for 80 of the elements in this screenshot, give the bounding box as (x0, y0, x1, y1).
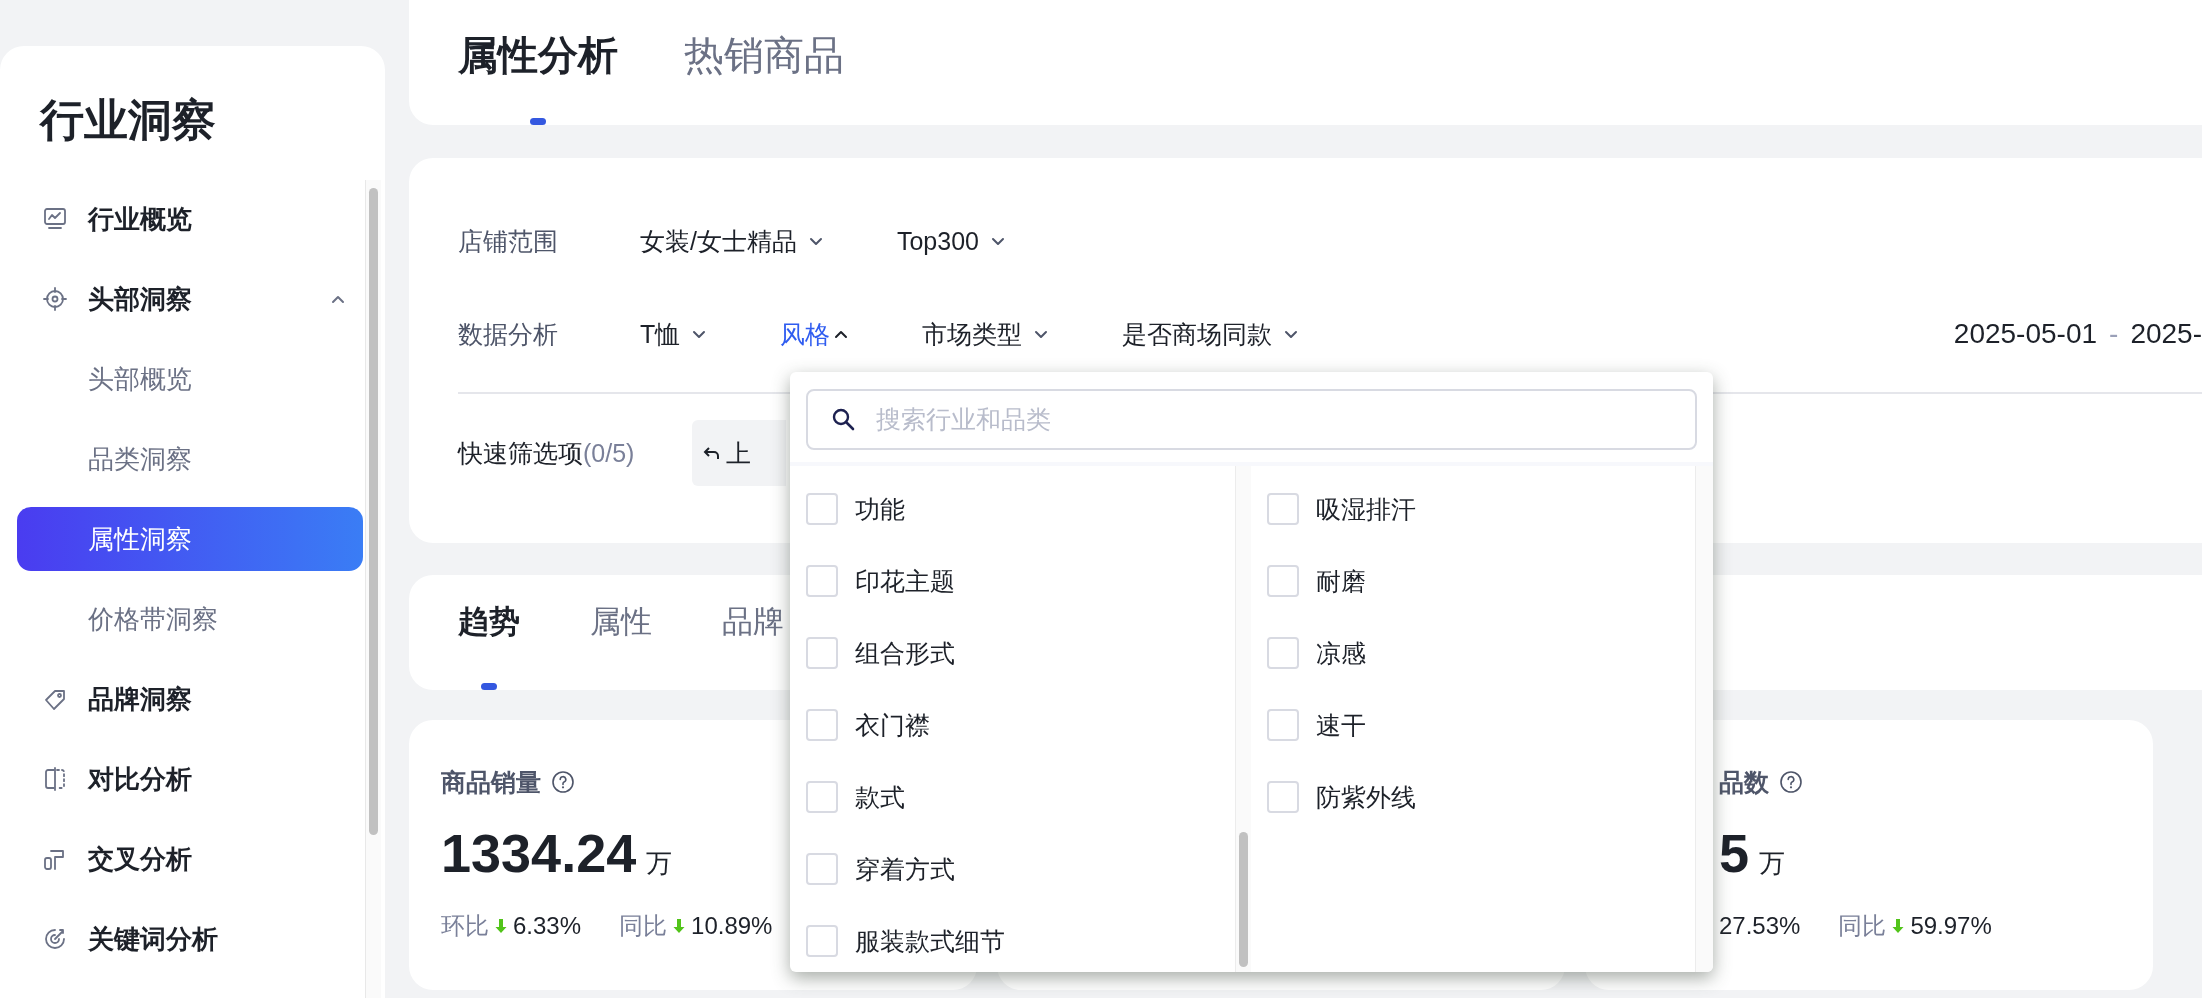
tab-indicator (481, 683, 497, 690)
option-label: 耐磨 (1315, 565, 1366, 597)
tab[interactable]: 品牌 (722, 575, 784, 690)
metric-unit: 万 (646, 847, 673, 880)
stat-value: 6.33% (513, 912, 582, 940)
option-label: 速干 (1315, 709, 1366, 741)
checkbox[interactable] (806, 637, 838, 669)
undo-icon (702, 444, 721, 462)
option-label: 功能 (855, 493, 905, 525)
stat-value: 59.97% (1910, 912, 1992, 940)
stat-value: 10.89% (691, 912, 773, 940)
filter-dropdown[interactable]: 女装/女士精品 (640, 224, 825, 258)
option-label: 凉感 (1315, 637, 1366, 669)
sidebar-item[interactable]: 属性洞察 (17, 507, 363, 571)
split-panel-icon (42, 766, 68, 792)
filter-dropdown[interactable]: 市场类型 (922, 317, 1051, 351)
date-end: 2025- (2130, 318, 2202, 350)
metric-label: 商品销量 (441, 766, 541, 798)
date-separator: - (2109, 318, 2119, 350)
filter-label: 数据分析 (458, 318, 559, 350)
sidebar-title: 行业洞察 (38, 94, 216, 146)
tab[interactable]: 属性 (590, 575, 652, 690)
target-icon (42, 286, 68, 312)
checkbox[interactable] (806, 709, 838, 741)
sidebar-item[interactable]: 头部洞察 (17, 267, 363, 331)
stat-label: 同比 (1838, 911, 1887, 941)
sidebar-item[interactable]: 品类洞察 (17, 427, 363, 491)
option-label: 穿着方式 (855, 853, 955, 885)
date-start: 2025-05-01 (1953, 318, 2098, 350)
tab[interactable]: 趋势 (458, 575, 520, 690)
tab[interactable]: 热销商品 (684, 0, 844, 125)
checkbox[interactable] (806, 565, 838, 597)
option-label: 吸湿排汗 (1315, 493, 1416, 525)
metric-value: 5 (1719, 822, 1750, 884)
scrollbar-thumb[interactable] (369, 188, 378, 835)
sidebar-item[interactable]: 头部概览 (17, 347, 363, 411)
checkbox[interactable] (1266, 493, 1299, 525)
checkbox[interactable] (1266, 781, 1299, 813)
sidebar-item[interactable]: 关键词分析 (17, 907, 363, 971)
option-label: 印花主题 (855, 565, 955, 597)
quick-filter-count: (0/5) (583, 438, 635, 468)
tab-indicator (530, 118, 546, 125)
stat-label: 同比 (619, 911, 668, 941)
help-icon (551, 770, 575, 794)
sidebar-item[interactable]: 交叉分析 (17, 827, 363, 891)
option-label: 防紫外线 (1315, 781, 1416, 813)
monitor-chart-icon (42, 206, 68, 232)
filter-dropdown[interactable]: Top300 (896, 226, 1007, 256)
tab[interactable]: 属性分析 (458, 0, 618, 125)
help-icon (1779, 770, 1803, 794)
filter-label: 店铺范围 (458, 225, 559, 257)
stat-value: 27.53% (1719, 912, 1801, 940)
filter-dropdown[interactable]: T恤 (640, 317, 709, 351)
checkbox[interactable] (1266, 709, 1299, 741)
checkbox[interactable] (806, 781, 838, 813)
sidebar-item[interactable]: 对比分析 (17, 747, 363, 811)
search-icon (830, 406, 856, 432)
quick-filter-label: 快速筛选项 (458, 437, 583, 469)
metric-unit: 万 (1759, 847, 1786, 880)
last-filter-button[interactable]: 上 (692, 420, 787, 486)
checkbox[interactable] (806, 925, 838, 957)
checkbox[interactable] (806, 493, 838, 525)
metric-label: 品数 (1719, 766, 1769, 798)
option-label: 服装款式细节 (855, 925, 1005, 957)
checkbox[interactable] (1266, 637, 1299, 669)
metric-value: 1334.24 (441, 822, 637, 884)
option-label: 款式 (855, 781, 905, 813)
checkbox[interactable] (806, 853, 838, 885)
checkbox[interactable] (1266, 565, 1299, 597)
filter-dropdown[interactable]: 是否商场同款 (1122, 317, 1301, 351)
sidebar-item[interactable]: 品牌洞察 (17, 667, 363, 731)
scrollbar-thumb[interactable] (1238, 832, 1248, 967)
stat-label: 环比 (441, 911, 489, 941)
sidebar-item[interactable]: 价格带洞察 (17, 587, 363, 651)
search-field[interactable]: 搜索行业和品类 (806, 389, 1697, 450)
target-arrow-icon (42, 926, 68, 952)
sidebar-item[interactable]: 行业概览 (17, 187, 363, 251)
option-label: 组合形式 (855, 637, 955, 669)
option-label: 衣门襟 (855, 709, 930, 741)
filter-dropdown[interactable]: 风格 (780, 317, 851, 351)
